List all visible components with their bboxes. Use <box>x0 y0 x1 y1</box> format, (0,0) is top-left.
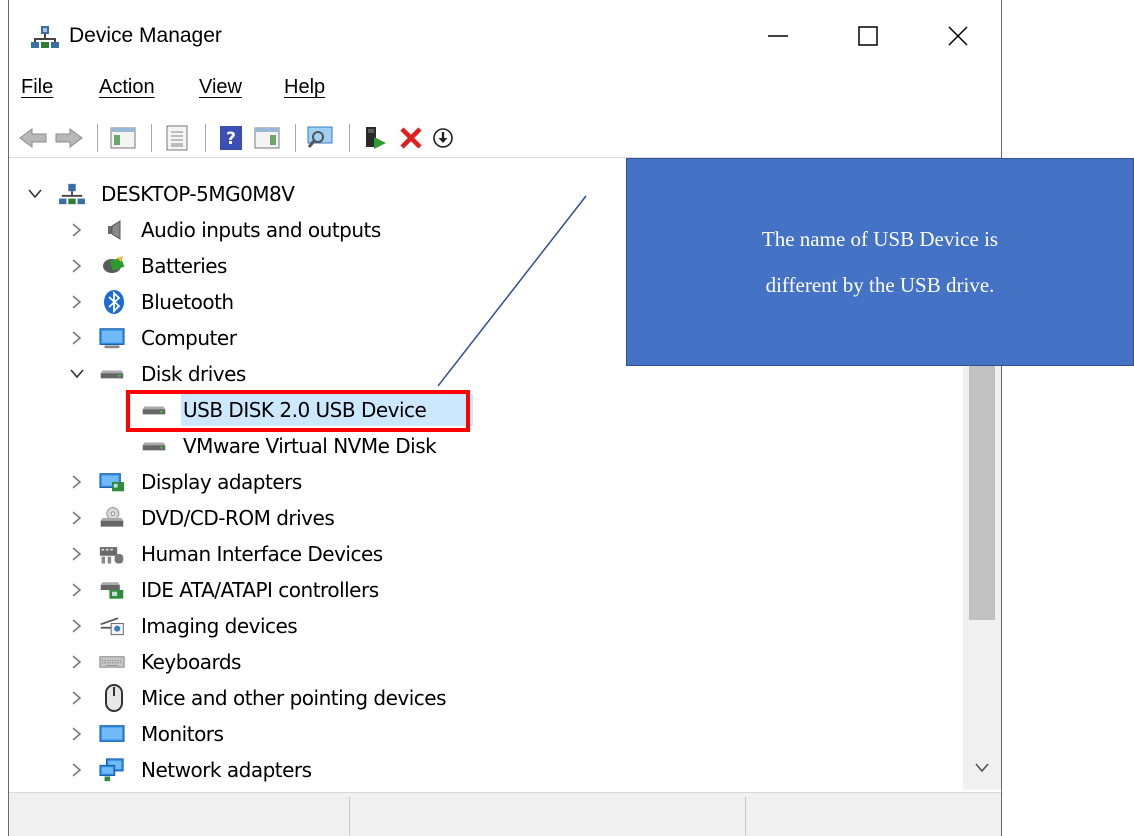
network-adapter-icon <box>99 757 125 783</box>
tree-item-imaging-devices[interactable]: Imaging devices <box>11 608 963 644</box>
tree-root-label: DESKTOP-5MG0M8V <box>101 182 295 206</box>
tree-item-label: Display adapters <box>141 470 302 494</box>
chevron-right-icon[interactable] <box>67 724 87 744</box>
tree-item-hid[interactable]: Human Interface Devices <box>11 536 963 572</box>
callout-text-line-1: The name of USB Device is <box>761 227 999 251</box>
tree-item-keyboards[interactable]: Keyboards <box>11 644 963 680</box>
mouse-icon <box>101 684 127 712</box>
device-manager-icon <box>31 24 59 50</box>
chevron-down-icon[interactable] <box>25 184 45 204</box>
battery-icon <box>101 253 127 279</box>
show-hide-console-tree-icon[interactable] <box>107 122 139 154</box>
toolbar-separator <box>151 124 152 152</box>
tree-item-label: Disk drives <box>141 362 246 386</box>
tree-item-label: Human Interface Devices <box>141 542 383 566</box>
toolbar-separator <box>97 124 98 152</box>
tree-item-ide-controllers[interactable]: IDE ATA/ATAPI controllers <box>11 572 963 608</box>
tree-item-network-adapters[interactable]: Network adapters <box>11 752 963 788</box>
chevron-right-icon[interactable] <box>67 328 87 348</box>
tree-item-label: IDE ATA/ATAPI controllers <box>141 578 379 602</box>
chevron-right-icon[interactable] <box>67 652 87 672</box>
camera-icon <box>99 613 125 639</box>
menu-bar: File Action View Help <box>9 72 1001 106</box>
status-bar <box>9 792 1001 836</box>
tree-item-label: DVD/CD-ROM drives <box>141 506 335 530</box>
hid-icon <box>99 541 125 567</box>
maximize-button[interactable] <box>839 10 897 62</box>
minimize-button[interactable] <box>749 10 807 62</box>
chevron-down-icon[interactable] <box>67 364 87 384</box>
tree-item-monitors[interactable]: Monitors <box>11 716 963 752</box>
disable-device-icon[interactable] <box>427 122 459 154</box>
chevron-right-icon[interactable] <box>67 616 87 636</box>
title-bar[interactable]: Device Manager <box>9 0 1001 70</box>
properties-icon[interactable] <box>161 122 193 154</box>
tree-item-label: Bluetooth <box>141 290 234 314</box>
forward-arrow-icon[interactable] <box>53 122 85 154</box>
close-button[interactable] <box>929 10 987 62</box>
menu-file[interactable]: File <box>21 76 53 99</box>
help-icon[interactable]: ? <box>215 122 247 154</box>
tree-item-label: Mice and other pointing devices <box>141 686 447 710</box>
update-driver-icon[interactable] <box>359 122 391 154</box>
tree-item-label: Imaging devices <box>141 614 298 638</box>
show-action-pane-icon[interactable] <box>251 122 283 154</box>
tree-item-label: Audio inputs and outputs <box>141 218 381 242</box>
chevron-right-icon[interactable] <box>67 508 87 528</box>
speaker-icon <box>101 217 127 243</box>
toolbar: ? <box>9 118 1001 158</box>
uninstall-device-icon[interactable] <box>395 122 427 154</box>
chevron-right-icon[interactable] <box>67 220 87 240</box>
dvd-drive-icon <box>99 505 125 531</box>
tree-item-display-adapters[interactable]: Display adapters <box>11 464 963 500</box>
usb-device-highlight-box <box>126 390 470 432</box>
keyboard-icon <box>99 649 125 675</box>
chevron-right-icon[interactable] <box>67 472 87 492</box>
disk-drive-icon <box>99 361 125 387</box>
scan-hardware-changes-icon[interactable] <box>305 122 337 154</box>
tree-item-label: VMware Virtual NVMe Disk <box>183 434 437 458</box>
toolbar-separator <box>295 124 296 152</box>
ide-controller-icon <box>99 577 125 603</box>
tree-item-label: Keyboards <box>141 650 241 674</box>
tree-item-vmware-disk[interactable]: VMware Virtual NVMe Disk <box>11 428 963 464</box>
chevron-right-icon[interactable] <box>67 580 87 600</box>
menu-action[interactable]: Action <box>99 76 155 99</box>
chevron-right-icon[interactable] <box>67 292 87 312</box>
monitor-icon <box>99 325 125 351</box>
annotation-callout: The name of USB Device is different by t… <box>626 158 1134 366</box>
toolbar-separator <box>205 124 206 152</box>
menu-help[interactable]: Help <box>284 76 325 99</box>
status-divider <box>349 797 350 835</box>
menu-view[interactable]: View <box>199 76 242 99</box>
tree-item-dvd-drives[interactable]: DVD/CD-ROM drives <box>11 500 963 536</box>
scroll-down-icon[interactable] <box>972 758 992 778</box>
chevron-right-icon[interactable] <box>67 544 87 564</box>
callout-text-line-2: different by the USB drive. <box>765 273 995 297</box>
tree-item-label: Batteries <box>141 254 227 278</box>
tree-item-mice[interactable]: Mice and other pointing devices <box>11 680 963 716</box>
tree-item-label: Computer <box>141 326 237 350</box>
tree-item-label: Network adapters <box>141 758 312 782</box>
back-arrow-icon[interactable] <box>17 122 49 154</box>
chevron-right-icon[interactable] <box>67 256 87 276</box>
disk-drive-icon <box>141 433 167 459</box>
toolbar-separator <box>349 124 350 152</box>
window-title: Device Manager <box>69 24 222 47</box>
chevron-right-icon[interactable] <box>67 760 87 780</box>
tree-item-label: Monitors <box>141 722 224 746</box>
status-divider <box>745 797 746 835</box>
chevron-right-icon[interactable] <box>67 688 87 708</box>
computer-network-icon <box>59 181 85 207</box>
bluetooth-icon <box>101 289 127 315</box>
display-adapter-icon <box>99 469 125 495</box>
svg-text:?: ? <box>226 129 236 149</box>
monitor-icon <box>99 721 125 747</box>
